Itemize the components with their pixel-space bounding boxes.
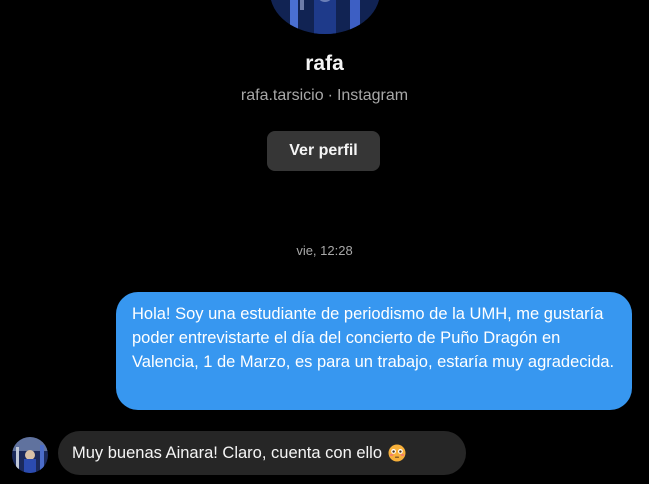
profile-platform: Instagram	[336, 87, 409, 104]
received-message-text: Muy buenas Ainara! Claro, cuenta con ell…	[72, 443, 383, 462]
profile-name: rafa	[305, 52, 344, 75]
message-timestamp: vie, 12:28	[296, 243, 353, 258]
received-message-bubble[interactable]: Muy buenas Ainara! Claro, cuenta con ell…	[58, 431, 466, 475]
sender-avatar[interactable]	[12, 437, 48, 473]
sent-message-bubble[interactable]: Hola! Soy una estudiante de periodismo d…	[116, 292, 632, 410]
chat-window: rafa rafa.tarsicio · Instagram Ver perfil …	[0, 0, 649, 484]
handle-separator: ·	[327, 87, 333, 104]
flushed-face-emoji-icon	[388, 444, 406, 462]
profile-username: rafa.tarsicio	[240, 87, 324, 104]
profile-handle: rafa.tarsicio · Instagram	[0, 87, 649, 105]
profile-avatar[interactable]	[270, 0, 380, 34]
view-profile-button[interactable]: Ver perfil	[267, 131, 380, 171]
